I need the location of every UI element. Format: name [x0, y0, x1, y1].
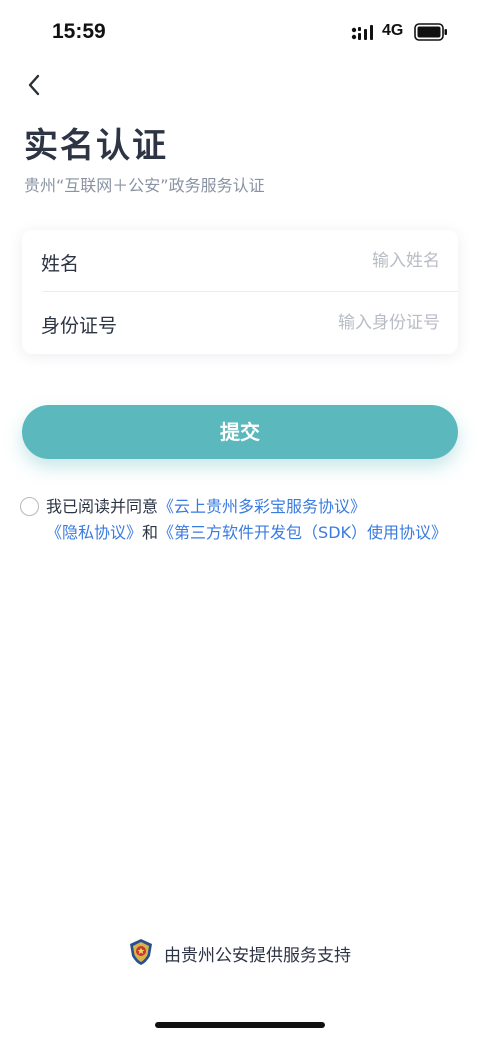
- id-number-input[interactable]: [240, 309, 440, 337]
- page-subtitle: 贵州“互联网＋公安”政务服务认证: [24, 176, 265, 195]
- privacy-agreement-link[interactable]: 《隐私协议》: [46, 523, 142, 542]
- id-row: 身份证号: [22, 292, 458, 354]
- back-icon: [28, 74, 40, 96]
- submit-button[interactable]: 提交: [22, 405, 458, 459]
- name-input[interactable]: [240, 247, 440, 275]
- signal-icon: [351, 25, 373, 40]
- agreement-text: 我已阅读并同意《云上贵州多彩宝服务协议》 《隐私协议》和《第三方软件开发包（SD…: [46, 494, 466, 546]
- sdk-agreement-link[interactable]: 《第三方软件开发包（SDK）使用协议》: [158, 523, 447, 542]
- footer: 由贵州公安提供服务支持: [0, 938, 480, 968]
- name-label: 姓名: [41, 253, 80, 275]
- agree-checkbox[interactable]: [20, 497, 39, 516]
- battery-icon: [414, 23, 447, 41]
- name-row: 姓名: [22, 230, 458, 292]
- form-card: 姓名 身份证号: [22, 230, 458, 354]
- back-button[interactable]: [20, 68, 54, 102]
- id-number-label: 身份证号: [41, 315, 118, 337]
- network-label: 4G: [382, 22, 404, 39]
- page-title: 实名认证: [24, 126, 168, 166]
- police-badge-icon: [130, 939, 152, 965]
- status-bar: 15:59 4G: [0, 0, 480, 64]
- agreement-conjunction: 和: [142, 523, 159, 542]
- status-time: 15:59: [52, 20, 106, 43]
- footer-text: 由贵州公安提供服务支持: [164, 946, 351, 966]
- agreement-prefix: 我已阅读并同意: [46, 497, 159, 516]
- service-agreement-link[interactable]: 《云上贵州多彩宝服务协议》: [158, 497, 366, 516]
- home-indicator[interactable]: [155, 1022, 325, 1028]
